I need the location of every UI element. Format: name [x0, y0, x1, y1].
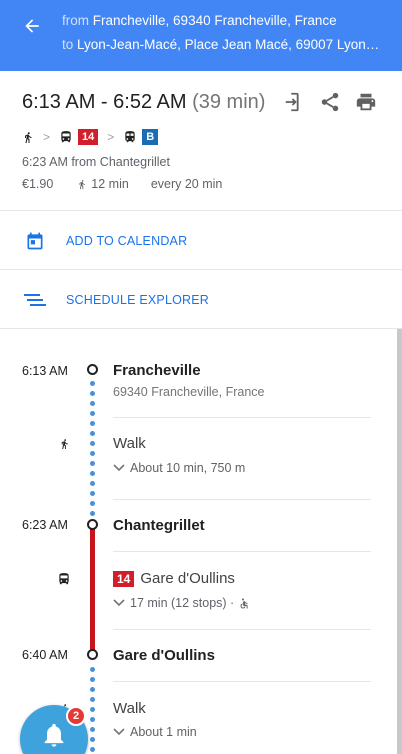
time-range: 6:13 AM - 6:52 AM	[22, 91, 187, 113]
stop-time: 6:23 AM	[22, 518, 68, 532]
stop-time: 6:40 AM	[22, 648, 68, 662]
app-header: from Francheville, 69340 Francheville, F…	[0, 0, 402, 71]
leg-details-toggle[interactable]: About 10 min, 750 m	[113, 461, 245, 475]
leg-mode: Walk	[113, 435, 146, 452]
stop-marker	[87, 519, 98, 530]
stop-name[interactable]: Gare d'Oullins	[113, 647, 215, 664]
schedule-explorer-label: SCHEDULE EXPLORER	[66, 292, 210, 307]
trip-time: 6:13 AM - 6:52 AM (39 min)	[22, 91, 265, 114]
scrollbar[interactable]	[397, 329, 402, 754]
route-badge-metro: B	[142, 129, 159, 145]
divider	[113, 417, 371, 418]
departure-note: 6:23 AM from Chantegrillet	[22, 155, 170, 169]
back-button[interactable]	[18, 12, 46, 40]
walk-path	[90, 667, 95, 754]
bell-icon	[44, 723, 64, 747]
chevron-down-icon	[113, 464, 125, 472]
destination-value: Lyon-Jean-Macé, Place Jean Macé, 69007 L…	[77, 37, 382, 52]
route-badge-bus: 14	[78, 129, 99, 145]
calendar-icon	[24, 230, 46, 252]
bus-icon	[56, 571, 72, 587]
origin-field[interactable]: from Francheville, 69340 Francheville, F…	[62, 13, 382, 28]
send-to-device-button[interactable]	[281, 89, 307, 115]
chevron-right-icon: >	[43, 130, 51, 144]
to-prefix: to	[62, 37, 74, 52]
divider	[113, 551, 371, 552]
metro-icon	[125, 131, 135, 143]
bus-icon	[61, 131, 71, 143]
leg-detail: 17 min (12 stops) ·	[130, 596, 235, 610]
wheelchair-icon	[240, 598, 248, 608]
transit-line	[90, 529, 95, 654]
stop-name[interactable]: Chantegrillet	[113, 517, 205, 534]
fare: €1.90	[22, 177, 54, 191]
add-to-calendar-button[interactable]: ADD TO CALENDAR	[0, 212, 402, 270]
chevron-down-icon	[113, 728, 125, 736]
walk-icon	[79, 179, 86, 189]
arrow-left-icon	[25, 19, 39, 33]
walk-time: 12 min	[91, 177, 129, 191]
divider	[113, 681, 371, 682]
trip-meta: €1.90 12 min every 20 min	[22, 177, 222, 191]
schedule-explorer-button[interactable]: SCHEDULE EXPLORER	[0, 271, 402, 329]
notification-count-badge: 2	[66, 706, 86, 726]
stop-marker	[87, 364, 98, 375]
stop-name[interactable]: Francheville	[113, 362, 201, 379]
route-steps: > 14 > B	[22, 128, 159, 146]
print-icon	[356, 93, 376, 111]
stop-time: 6:13 AM	[22, 364, 68, 378]
trip-duration: (39 min)	[192, 91, 266, 113]
schedule-list-icon	[24, 289, 46, 311]
send-to-device-icon	[285, 92, 299, 112]
destination-field[interactable]: to Lyon-Jean-Macé, Place Jean Macé, 6900…	[62, 37, 382, 52]
transit-leg-title: 14 Gare d'Oullins	[113, 570, 235, 587]
leg-detail: About 1 min	[130, 725, 197, 739]
add-to-calendar-label: ADD TO CALENDAR	[66, 233, 188, 248]
leg-details-toggle[interactable]: About 1 min	[113, 725, 197, 739]
chevron-down-icon	[113, 599, 125, 607]
route-badge-bus: 14	[113, 570, 135, 587]
walk-icon	[56, 436, 72, 452]
chevron-right-icon: >	[107, 130, 115, 144]
leg-mode: Walk	[113, 700, 146, 717]
leg-detail: About 10 min, 750 m	[130, 461, 246, 475]
stop-address: 69340 Francheville, France	[113, 385, 265, 399]
print-button[interactable]	[353, 89, 379, 115]
from-prefix: from	[62, 13, 89, 28]
leg-headsign: Gare d'Oullins	[140, 570, 235, 587]
trip-summary: 6:13 AM - 6:52 AM (39 min) > 14 > B 6:23…	[0, 71, 402, 211]
share-icon	[321, 92, 339, 112]
walk-icon	[25, 131, 32, 143]
origin-value: Francheville, 69340 Francheville, France	[92, 13, 337, 28]
frequency: every 20 min	[150, 177, 223, 191]
itinerary-timeline: 6:13 AM Francheville 69340 Francheville,…	[0, 329, 402, 754]
stop-marker	[87, 649, 98, 660]
leg-details-toggle[interactable]: 17 min (12 stops) ·	[113, 596, 250, 610]
divider	[113, 499, 371, 500]
share-button[interactable]	[317, 89, 343, 115]
divider	[113, 629, 371, 630]
walk-path	[90, 381, 95, 521]
